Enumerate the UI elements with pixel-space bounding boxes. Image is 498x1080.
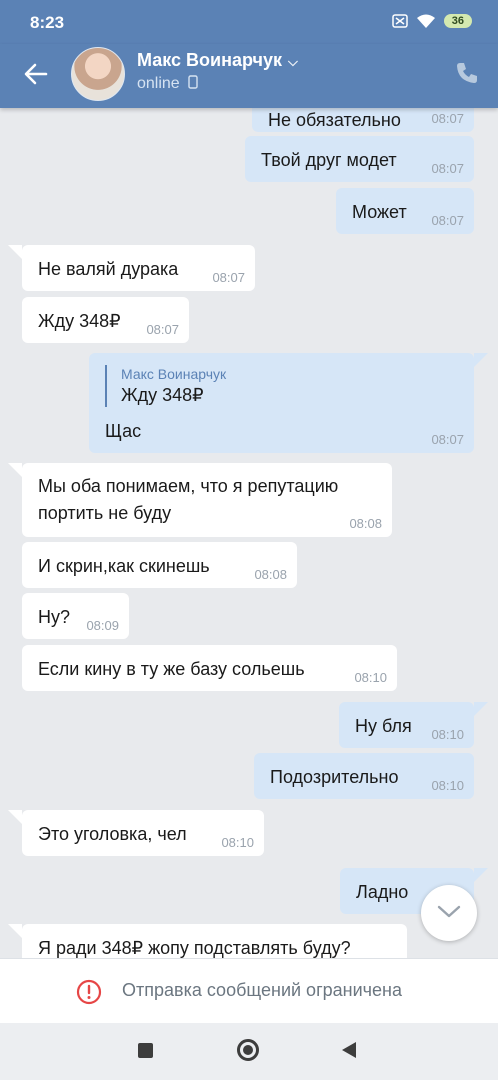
message-out[interactable]: Ну бля 08:10 [339,702,474,748]
message-time: 08:07 [431,432,464,447]
message-out[interactable]: Может 08:07 [336,188,474,234]
message-in[interactable]: Не валяй дурака 08:07 [22,245,255,291]
system-back-button[interactable] [342,1042,356,1058]
messaging-restricted-text: Отправка сообщений ограничена [122,980,402,1000]
scroll-down-button[interactable] [421,885,477,941]
clock: 8:23 [30,13,65,32]
contact-name-row[interactable]: Макс Воинарчук ⌵ [137,50,298,71]
message-time: 08:10 [431,727,464,742]
message-text: Не валяй дурака [38,259,179,279]
back-arrow-icon[interactable] [22,60,50,88]
contact-status: online [137,75,198,93]
battery-indicator: 36 [443,14,472,28]
message-text: Ну? [38,607,71,627]
contact-name: Макс Воинарчук [137,50,282,70]
message-time: 08:10 [221,835,254,850]
bubble-tail [8,810,22,824]
system-nav-bar [0,1022,498,1080]
message-time: 08:07 [431,213,464,228]
message-in[interactable]: Ну? 08:09 [22,593,129,639]
message-text: Твой друг модет [261,150,397,170]
chevron-down-icon: ⌵ [287,54,298,69]
message-out[interactable]: Подозрительно 08:10 [254,753,474,799]
composer-bar: Отправка сообщений ограничена [0,958,498,1023]
message-out-reply[interactable]: Макс Воинарчук Жду 348₽ Щас 08:07 [89,353,474,453]
recents-button[interactable] [138,1043,153,1058]
message-time: 08:10 [354,670,387,685]
message-text: Может [352,202,407,222]
bubble-tail [8,245,22,259]
message-out[interactable]: Не обязательно 08:07 [252,108,474,132]
warning-icon [76,979,102,1005]
status-icons: 36 [392,14,472,28]
bubble-tail [474,353,488,367]
bubble-tail [474,868,488,882]
message-out[interactable]: Твой друг модет 08:07 [245,136,474,182]
avatar[interactable] [71,47,125,101]
message-in[interactable]: Жду 348₽ 08:07 [22,297,189,343]
chat-header: Макс Воинарчук ⌵ online [0,44,498,108]
quoted-author: Макс Воинарчук [121,366,227,382]
message-time: 08:08 [254,567,287,582]
quoted-message[interactable]: Макс Воинарчук Жду 348₽ [105,365,226,407]
message-time: 08:07 [431,111,464,126]
message-list[interactable]: Не обязательно 08:07 Твой друг модет 08:… [0,108,498,958]
home-button[interactable] [237,1039,259,1061]
message-text: Не обязательно [268,110,401,130]
message-in[interactable]: Я ради 348₽ жопу подставлять буду? [22,924,407,958]
bubble-tail [8,924,22,938]
message-in[interactable]: Мы оба понимаем, что я репутацию портить… [22,463,392,537]
message-time: 08:07 [212,270,245,285]
message-time: 08:07 [146,322,179,337]
mobile-icon [188,75,198,89]
bubble-tail [8,463,22,477]
message-text: Ну бля [355,716,412,736]
phone-icon[interactable] [454,60,480,86]
message-text: Подозрительно [270,767,399,787]
wifi-icon [416,14,435,28]
message-text: Щас [105,421,142,441]
message-text: Если кину в ту же базу сольешь [38,659,305,679]
message-text: Я ради 348₽ жопу подставлять буду? [38,938,351,958]
status-bar: 8:23 36 [0,0,498,44]
bubble-tail [474,702,488,716]
message-text: Ладно [356,882,409,902]
message-time: 08:10 [431,778,464,793]
message-text: Жду 348₽ [38,311,121,331]
message-text-line1: Мы оба понимаем, что я репутацию [38,476,339,496]
online-status: online [137,75,180,92]
message-time: 08:08 [349,516,382,531]
message-in[interactable]: Если кину в ту же базу сольешь 08:10 [22,645,397,691]
chevron-down-icon [437,905,461,918]
message-in[interactable]: Это уголовка, чел 08:10 [22,810,264,856]
message-in[interactable]: И скрин,как скинешь 08:08 [22,542,297,588]
message-time: 08:07 [431,161,464,176]
quoted-text: Жду 348₽ [121,385,204,405]
message-time: 08:09 [86,618,119,633]
sim-icon [392,14,408,28]
message-text: И скрин,как скинешь [38,556,210,576]
message-text: Это уголовка, чел [38,824,187,844]
message-text-line2: портить не буду [38,503,172,523]
